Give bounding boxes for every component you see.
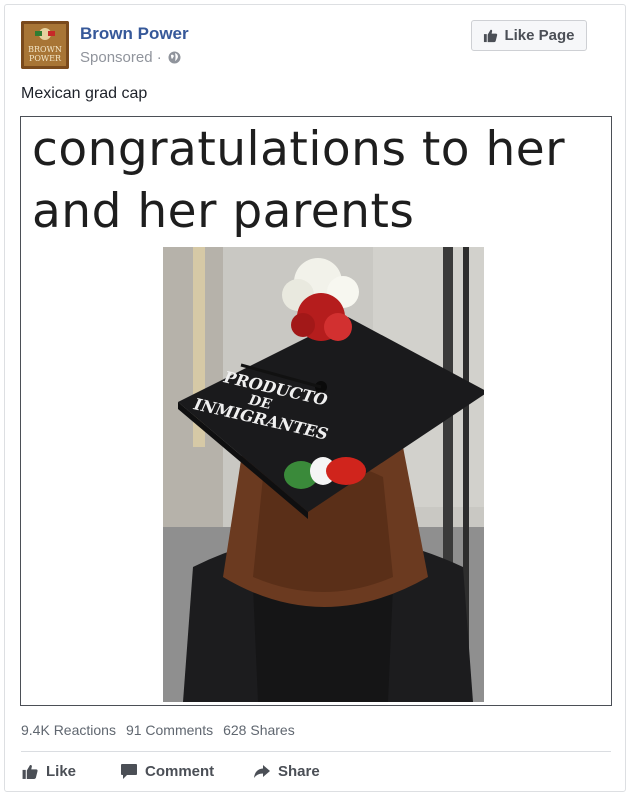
- like-page-button[interactable]: Like Page: [471, 20, 587, 51]
- divider: [21, 751, 611, 752]
- comment-icon: [121, 764, 137, 779]
- post-stats: 9.4K Reactions 91 Comments 628 Shares: [21, 722, 295, 738]
- like-page-label: Like Page: [504, 27, 575, 44]
- comments-count[interactable]: 91 Comments: [126, 722, 213, 738]
- page-avatar[interactable]: BROWN POWER: [21, 21, 69, 69]
- sponsored-meta: Sponsored ·: [80, 49, 181, 66]
- image-overlay-text: congratulations to her and her parents: [32, 119, 602, 243]
- share-icon: [254, 765, 270, 778]
- post-actions: Like Comment Share: [21, 763, 320, 780]
- like-button[interactable]: Like: [21, 763, 120, 780]
- overlay-line-2: and her parents: [32, 184, 415, 239]
- post-card: BROWN POWER Brown Power Sponsored · Like…: [4, 4, 626, 792]
- post-caption: Mexican grad cap: [21, 85, 148, 102]
- thumbs-up-icon: [22, 764, 38, 779]
- post-image[interactable]: congratulations to her and her parents P…: [20, 116, 612, 706]
- graduation-cap-photo: PRODUCTO DE INMIGRANTES: [163, 247, 484, 702]
- comment-button[interactable]: Comment: [120, 763, 253, 780]
- overlay-line-1: congratulations to her: [32, 122, 566, 177]
- svg-text:POWER: POWER: [29, 54, 62, 63]
- share-label: Share: [278, 763, 320, 780]
- reactions-count[interactable]: 9.4K Reactions: [21, 722, 116, 738]
- sponsored-label: Sponsored ·: [80, 49, 162, 66]
- avatar-logo-icon: BROWN POWER: [21, 21, 69, 69]
- page-name-link[interactable]: Brown Power: [80, 24, 189, 44]
- thumbs-up-icon: [484, 29, 498, 43]
- globe-icon[interactable]: [168, 51, 181, 64]
- share-button[interactable]: Share: [253, 763, 320, 780]
- shares-count[interactable]: 628 Shares: [223, 722, 295, 738]
- comment-label: Comment: [145, 763, 215, 780]
- svg-text:BROWN: BROWN: [28, 45, 62, 54]
- like-label: Like: [46, 763, 77, 780]
